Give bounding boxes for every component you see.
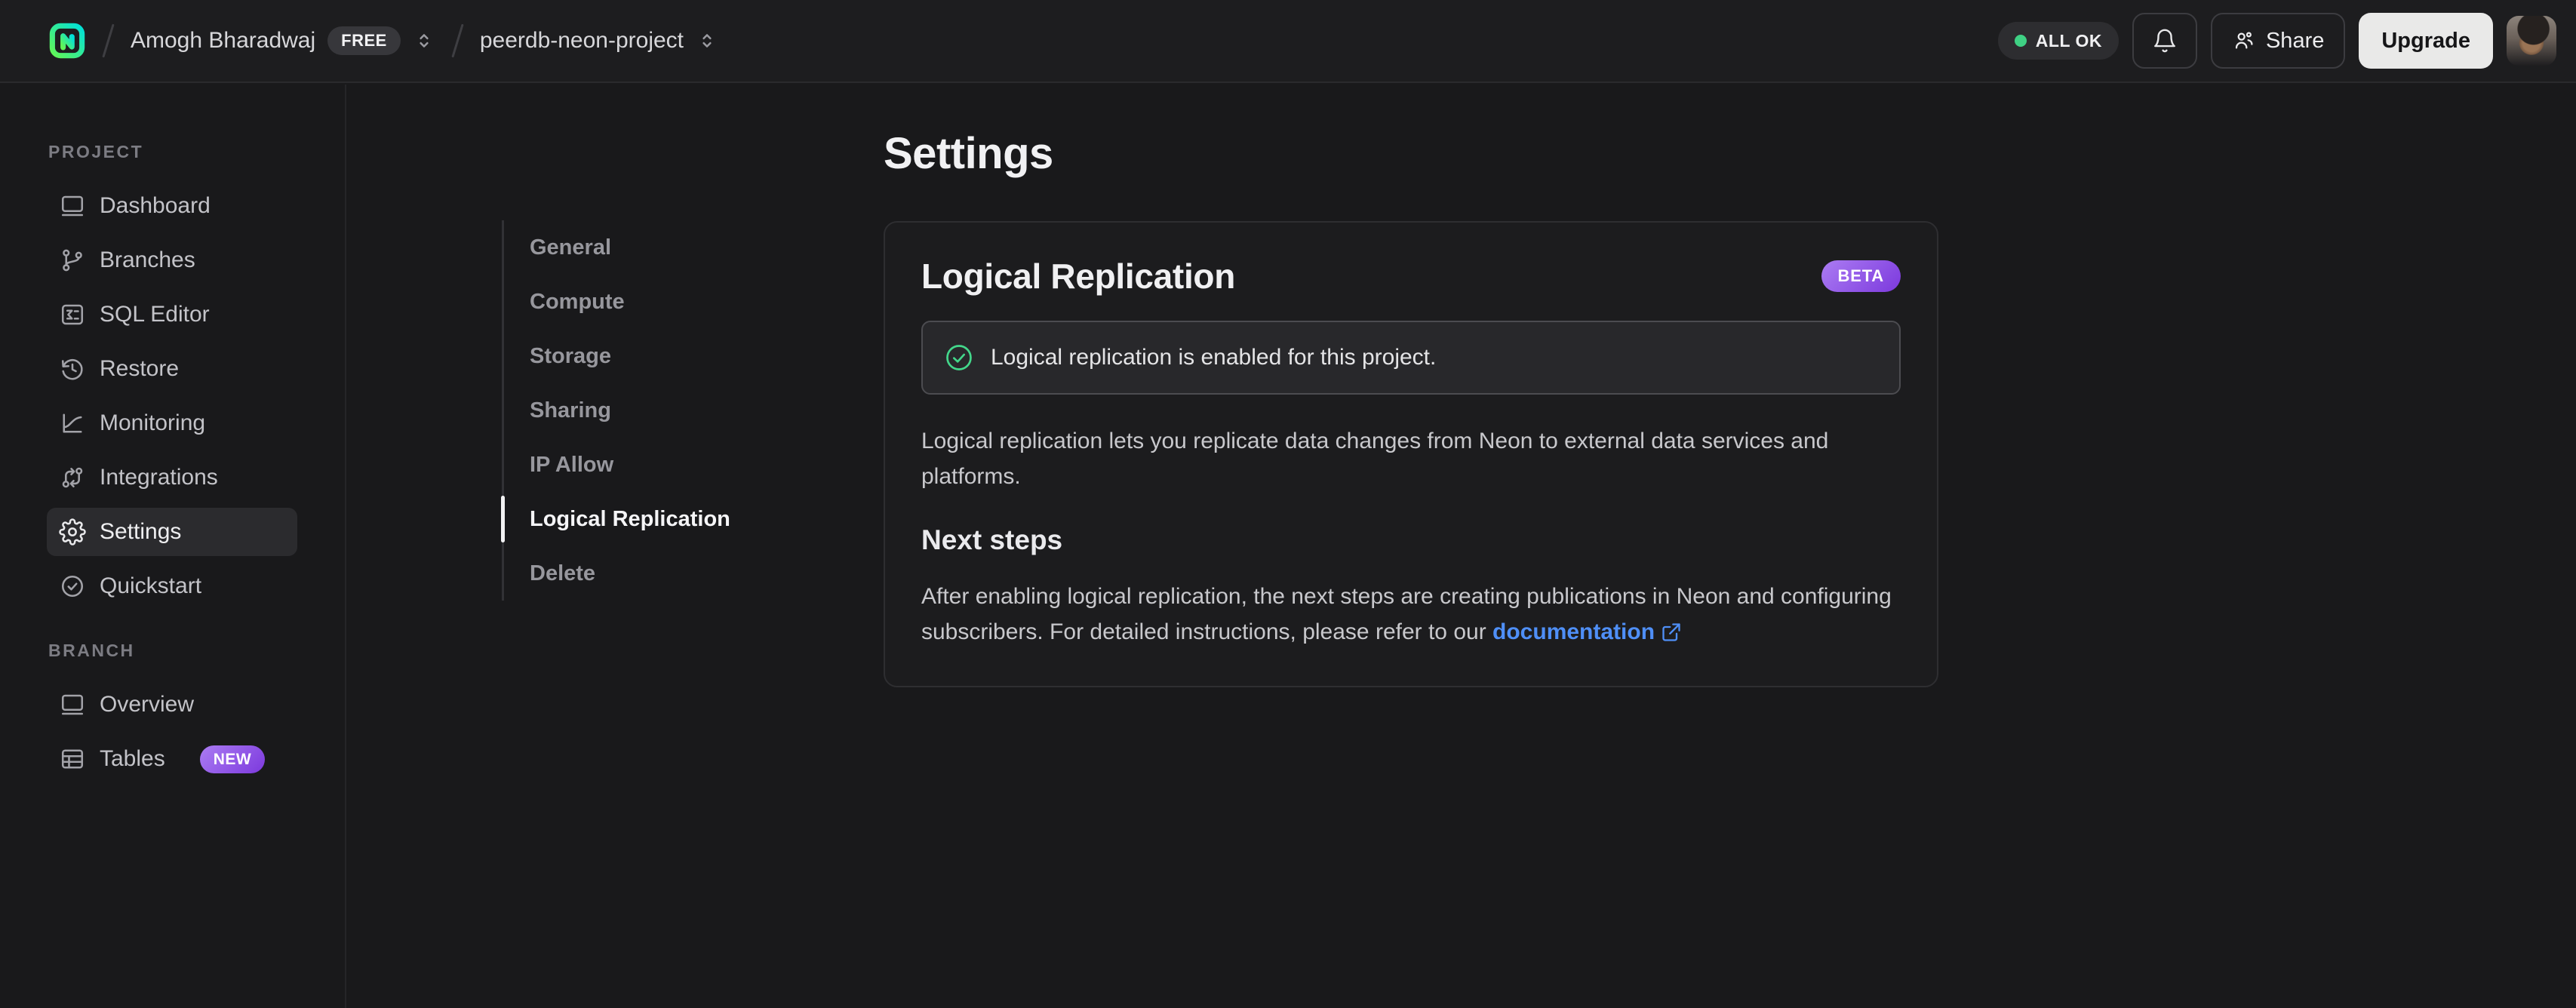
new-badge: NEW [199, 745, 266, 773]
bell-icon [2154, 29, 2175, 53]
settings-nav-delete[interactable]: Delete [504, 546, 791, 601]
breadcrumb-separator [102, 23, 115, 58]
status-dot-icon [2014, 35, 2027, 47]
page-title: Settings [884, 129, 1053, 178]
settings-nav-general[interactable]: General [504, 220, 791, 275]
settings-gear-icon [59, 518, 86, 545]
project-name: peerdb-neon-project [479, 28, 684, 53]
branches-icon [63, 249, 82, 272]
neon-logo-icon[interactable] [48, 22, 86, 60]
users-icon [2235, 32, 2253, 49]
sidebar-item-overview[interactable]: Overview [47, 681, 297, 729]
settings-nav-compute[interactable]: Compute [504, 275, 791, 329]
settings-nav-logical-replication[interactable]: Logical Replication [501, 492, 791, 546]
org-switcher[interactable]: Amogh Bharadwaj FREE [131, 26, 435, 55]
sidebar-item-sql-editor[interactable]: SQL Editor [47, 290, 297, 339]
sidebar-item-monitoring[interactable]: Monitoring [47, 399, 297, 447]
org-name: Amogh Bharadwaj [131, 28, 316, 53]
upgrade-button[interactable]: Upgrade [2359, 13, 2493, 69]
next-steps-title: Next steps [921, 524, 1063, 555]
logical-replication-card: Logical Replication BETA Logical replica… [884, 221, 1938, 687]
breadcrumb-separator [451, 23, 464, 58]
quickstart-check-icon [61, 575, 84, 598]
sidebar-item-tables[interactable]: Tables NEW [47, 735, 297, 783]
sidebar-section-branch: BRANCH [48, 641, 135, 660]
dashboard-icon [61, 195, 84, 217]
next-steps-text: After enabling logical replication, the … [921, 579, 1901, 650]
project-sidebar: PROJECT Dashboard Branches SQL Editor Re… [0, 85, 346, 1008]
alert-message: Logical replication is enabled for this … [991, 345, 1437, 370]
tables-icon [61, 749, 84, 769]
user-avatar[interactable] [2507, 16, 2556, 66]
sql-editor-icon [61, 304, 84, 325]
external-link-icon [1662, 622, 1680, 641]
breadcrumb: Amogh Bharadwaj FREE peerdb-neon-project [48, 22, 718, 60]
check-circle-icon [946, 345, 972, 370]
share-button[interactable]: Share [2210, 13, 2346, 69]
documentation-link[interactable]: documentation [1492, 614, 1682, 650]
status-badge[interactable]: ALL OK [1997, 22, 2119, 60]
plan-badge: FREE [327, 26, 401, 55]
sidebar-item-restore[interactable]: Restore [47, 345, 297, 393]
settings-nav-storage[interactable]: Storage [504, 329, 791, 383]
settings-nav-sharing[interactable]: Sharing [504, 383, 791, 438]
topbar-actions: ALL OK Share Upgrade [1997, 13, 2556, 69]
chevron-up-down-icon [702, 34, 712, 48]
chevron-up-down-icon [420, 34, 429, 48]
project-switcher[interactable]: peerdb-neon-project [480, 28, 718, 54]
main-content: Settings Logical Replication BETA Logica… [884, 83, 2015, 687]
sidebar-item-branches[interactable]: Branches [47, 236, 297, 284]
sidebar-item-dashboard[interactable]: Dashboard [47, 182, 297, 230]
status-label: ALL OK [2035, 30, 2102, 51]
sidebar-item-quickstart[interactable]: Quickstart [47, 562, 297, 610]
overview-icon [61, 694, 84, 715]
settings-nav-ip-allow[interactable]: IP Allow [504, 438, 791, 492]
success-alert: Logical replication is enabled for this … [921, 321, 1901, 395]
sidebar-item-settings[interactable]: Settings [47, 508, 297, 556]
card-title: Logical Replication [921, 257, 1236, 296]
card-header: Logical Replication BETA [921, 256, 1901, 297]
settings-subnav: General Compute Storage Sharing IP Allow… [501, 220, 791, 601]
share-label: Share [2265, 28, 2325, 53]
restore-history-icon [61, 358, 83, 380]
topbar: Amogh Bharadwaj FREE peerdb-neon-project… [0, 0, 2576, 83]
notifications-button[interactable] [2132, 13, 2197, 69]
card-description: Logical replication lets you replicate d… [921, 429, 1829, 489]
integrations-icon [62, 467, 83, 488]
sidebar-section-project: PROJECT [48, 142, 144, 161]
monitoring-chart-icon [63, 413, 82, 433]
beta-badge: BETA [1821, 260, 1901, 292]
sidebar-item-integrations[interactable]: Integrations [47, 453, 297, 502]
